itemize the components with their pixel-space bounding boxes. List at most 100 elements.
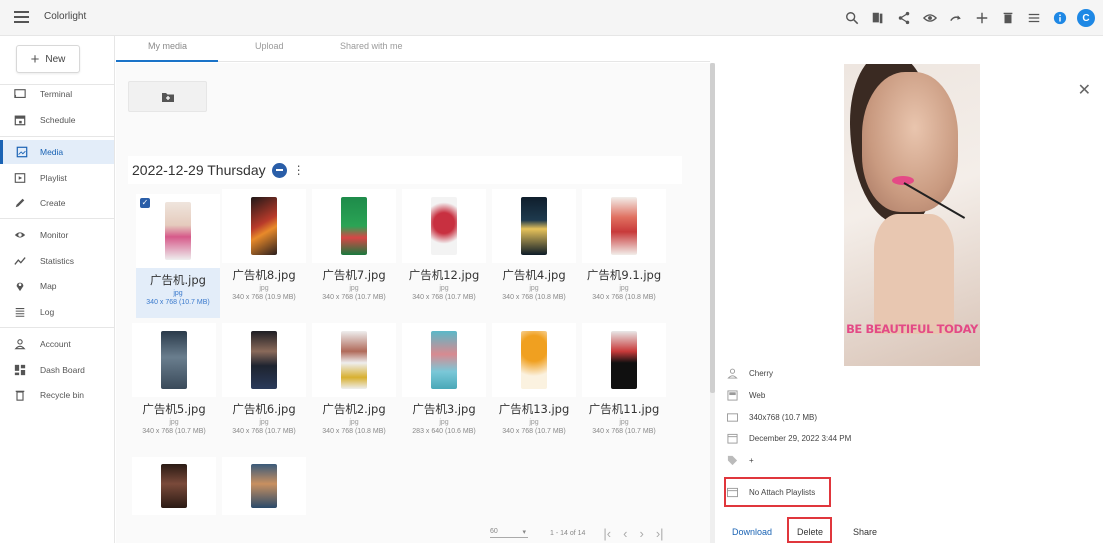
hamburger-menu-icon[interactable] xyxy=(14,11,29,23)
date-value: December 29, 2022 3:44 PM xyxy=(749,433,852,443)
info-icon[interactable] xyxy=(1047,6,1073,30)
media-thumbnail xyxy=(492,323,576,397)
media-card[interactable]: 广告机3.jpg jpg 283 x 640 (10.6 MB) xyxy=(402,323,486,447)
media-card[interactable]: 广告机7.jpg jpg 340 x 768 (10.7 MB) xyxy=(312,189,396,313)
trend-icon xyxy=(0,255,40,267)
sidebar-item-label: Map xyxy=(40,281,57,291)
media-thumbnail xyxy=(132,323,216,397)
checkbox-checked-icon[interactable]: ✓ xyxy=(140,198,150,208)
sidebar-item-account[interactable]: Account xyxy=(0,332,114,356)
media-card[interactable] xyxy=(132,457,216,515)
sidebar-item-playlist[interactable]: Playlist xyxy=(0,166,114,190)
thumbnail-image xyxy=(431,331,457,389)
trash-icon[interactable] xyxy=(995,6,1021,30)
playlist-icon xyxy=(0,172,40,184)
tab-upload[interactable]: Upload xyxy=(255,41,284,51)
media-size: 340 x 768 (10.8 MB) xyxy=(592,294,656,301)
next-page-icon[interactable]: › xyxy=(639,527,643,540)
media-card[interactable]: 广告机6.jpg jpg 340 x 768 (10.7 MB) xyxy=(222,323,306,447)
sidebar-item-monitor[interactable]: Monitor xyxy=(0,223,114,247)
thumbnail-image xyxy=(251,331,277,389)
add-tag-button[interactable]: + xyxy=(749,456,754,465)
date-row: December 29, 2022 3:44 PM xyxy=(727,431,851,445)
media-name: 广告机4.jpg xyxy=(502,268,566,282)
dimensions-row: 340x768 (10.7 MB) xyxy=(727,410,817,424)
share-icon[interactable] xyxy=(891,6,917,30)
tab-shared-with-me[interactable]: Shared with me xyxy=(340,41,403,51)
media-card[interactable]: 广告机8.jpg jpg 340 x 768 (10.9 MB) xyxy=(222,189,306,313)
sidebar-item-dashboard[interactable]: Dash Board xyxy=(0,358,114,382)
media-card[interactable]: 广告机9.1.jpg jpg 340 x 768 (10.8 MB) xyxy=(582,189,666,313)
media-type: jpg xyxy=(439,285,449,292)
media-card[interactable]: 广告机12.jpg jpg 340 x 768 (10.7 MB) xyxy=(402,189,486,313)
search-icon[interactable] xyxy=(839,6,865,30)
sidebar-item-create[interactable]: Create xyxy=(0,191,114,215)
media-card[interactable]: 广告机5.jpg jpg 340 x 768 (10.7 MB) xyxy=(132,323,216,447)
tab-my-media[interactable]: My media xyxy=(148,41,187,51)
more-options-icon[interactable]: ⋮ xyxy=(293,164,305,176)
close-icon[interactable]: ✕ xyxy=(1078,80,1091,100)
first-page-icon[interactable]: |‹ xyxy=(603,527,611,540)
new-button[interactable]: + New xyxy=(16,45,80,73)
media-size: 340 x 768 (10.7 MB) xyxy=(592,428,656,435)
thumbnail-image xyxy=(251,464,277,508)
download-button[interactable]: Download xyxy=(732,527,772,537)
add-folder-icon xyxy=(161,92,174,102)
sidebar-item-media[interactable]: Media xyxy=(0,140,114,164)
media-card[interactable]: 广告机4.jpg jpg 340 x 768 (10.8 MB) xyxy=(492,189,576,313)
owner-name: Cherry xyxy=(749,368,774,378)
sidebar-item-label: Media xyxy=(40,147,64,157)
collapse-group-button[interactable] xyxy=(271,162,287,178)
prev-page-icon[interactable]: ‹ xyxy=(623,527,627,540)
preview-shoulders xyxy=(874,214,954,334)
preview-face xyxy=(862,72,958,212)
trash-icon xyxy=(0,389,40,401)
avatar[interactable]: C xyxy=(1077,9,1095,27)
sidebar-item-terminal[interactable]: Terminal xyxy=(0,82,114,106)
tag-icon xyxy=(727,455,749,466)
media-thumbnail xyxy=(222,457,306,515)
toolbar: C xyxy=(839,6,1095,30)
page-range: 1 - 14 of 14 xyxy=(550,529,586,537)
redo-icon[interactable] xyxy=(943,6,969,30)
media-size: 340 x 768 (10.8 MB) xyxy=(502,294,566,301)
media-card[interactable]: ✓ 广告机.jpg jpg 340 x 768 (10.7 MB) xyxy=(136,194,220,318)
preview-caption: BE BEAUTIFUL TODAY xyxy=(846,322,978,336)
media-preview: BE BEAUTIFUL TODAY xyxy=(844,64,980,366)
sidebar-item-map[interactable]: Map xyxy=(0,274,114,298)
media-card[interactable]: 广告机13.jpg jpg 340 x 768 (10.7 MB) xyxy=(492,323,576,447)
sidebar-item-label: Dash Board xyxy=(40,365,85,375)
sidebar-item-statistics[interactable]: Statistics xyxy=(0,249,114,273)
media-size: 340 x 768 (10.7 MB) xyxy=(502,428,566,435)
media-type: jpg xyxy=(349,419,359,426)
cast-icon xyxy=(0,88,40,100)
media-name: 广告机6.jpg xyxy=(232,402,296,416)
media-card[interactable]: 广告机2.jpg jpg 340 x 768 (10.8 MB) xyxy=(312,323,396,447)
bookmark-icon[interactable] xyxy=(865,6,891,30)
eye-icon[interactable] xyxy=(917,6,943,30)
pencil-icon xyxy=(0,197,40,209)
last-page-icon[interactable]: ›| xyxy=(656,527,664,540)
eye-icon xyxy=(0,229,40,241)
plus-icon[interactable] xyxy=(969,6,995,30)
sidebar-item-schedule[interactable]: Schedule xyxy=(0,108,114,132)
active-tab-indicator xyxy=(116,60,218,62)
tags-row: + xyxy=(727,453,754,467)
sidebar-item-recycle-bin[interactable]: Recycle bin xyxy=(0,383,114,407)
new-folder-button[interactable] xyxy=(128,81,207,112)
thumbnail-image xyxy=(521,197,547,255)
media-thumbnail xyxy=(402,189,486,263)
list-icon xyxy=(0,306,40,318)
page-size-value: 60 xyxy=(490,528,498,535)
web-icon xyxy=(727,389,749,401)
media-card[interactable] xyxy=(222,457,306,515)
sidebar-item-log[interactable]: Log xyxy=(0,300,114,324)
page-size-select[interactable]: 60 ▾ xyxy=(490,528,528,538)
media-card[interactable]: 广告机11.jpg jpg 340 x 768 (10.7 MB) xyxy=(582,323,666,447)
person-icon xyxy=(0,338,40,350)
menu-icon[interactable] xyxy=(1021,6,1047,30)
share-button[interactable]: Share xyxy=(853,527,877,537)
app-title: Colorlight xyxy=(44,11,87,22)
media-size: 340 x 768 (10.7 MB) xyxy=(142,428,206,435)
media-type: jpg xyxy=(169,419,179,426)
